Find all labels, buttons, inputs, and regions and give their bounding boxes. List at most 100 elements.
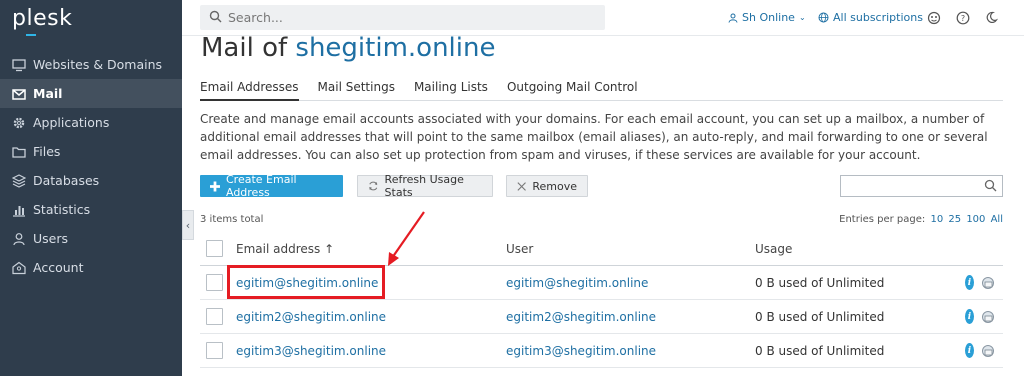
tab-mailing-lists[interactable]: Mailing Lists xyxy=(414,79,488,101)
sidebar-item-label: Websites & Domains xyxy=(33,57,163,72)
logo-accent xyxy=(26,34,36,36)
annotation-highlight-box xyxy=(227,265,385,299)
refresh-usage-stats-button[interactable]: Refresh Usage Stats xyxy=(357,173,493,199)
remove-button[interactable]: Remove xyxy=(506,175,588,197)
create-email-address-label: Create Email Address xyxy=(225,173,297,199)
entries-per-page-label: Entries per page: xyxy=(839,214,926,225)
remove-label: Remove xyxy=(532,179,577,193)
help-icon[interactable]: ? xyxy=(955,10,970,25)
search-icon xyxy=(209,10,222,26)
tab-email-addresses[interactable]: Email Addresses xyxy=(200,79,299,101)
info-icon[interactable]: i xyxy=(959,309,974,324)
per-page-25[interactable]: 25 xyxy=(948,214,961,225)
chevron-down-icon: ⌄ xyxy=(798,13,806,22)
page-title-prefix: Mail of xyxy=(201,33,296,63)
sidebar-item-account[interactable]: Account xyxy=(0,253,182,282)
row-checkbox[interactable] xyxy=(206,342,223,359)
svg-text:?: ? xyxy=(960,14,964,23)
sidebar-item-label: Applications xyxy=(33,115,110,130)
column-header-user[interactable]: User xyxy=(506,242,533,256)
page-description: Create and manage email accounts associa… xyxy=(200,112,988,162)
table-header: Email address ↑ User Usage xyxy=(200,232,1003,266)
sidebar-item-statistics[interactable]: Statistics xyxy=(0,195,182,224)
column-header-email[interactable]: Email address ↑ xyxy=(236,242,334,256)
webmail-icon[interactable] xyxy=(980,343,995,358)
info-icon[interactable]: i xyxy=(959,275,974,290)
list-search-input[interactable] xyxy=(845,177,975,195)
sidebar-item-label: Mail xyxy=(33,86,63,101)
webmail-icon[interactable] xyxy=(980,309,995,324)
user-icon xyxy=(728,13,738,23)
page-title: Mail of shegitim.online xyxy=(201,33,495,63)
email-address-link[interactable]: egitim3@shegitim.online xyxy=(236,344,386,358)
tab-outgoing-mail-control[interactable]: Outgoing Mail Control xyxy=(507,79,638,101)
refresh-icon xyxy=(369,181,378,191)
info-icon[interactable]: i xyxy=(959,343,974,358)
envelope-icon xyxy=(12,87,26,101)
sidebar-collapse-handle[interactable]: ‹ xyxy=(182,210,194,240)
dark-mode-icon[interactable] xyxy=(984,10,999,25)
sidebar-item-label: Statistics xyxy=(33,202,91,217)
sidebar: plesk Websites & Domains Mail Applicatio… xyxy=(0,0,182,376)
usage-value: 0 B used of Unlimited xyxy=(755,276,885,290)
tab-bar: Email Addresses Mail Settings Mailing Li… xyxy=(200,79,1003,101)
top-bar: Sh Online ⌄ All subscriptions ? xyxy=(182,0,1024,36)
table-row: egitim3@shegitim.online egitim3@shegitim… xyxy=(200,334,1003,368)
email-accounts-table: Email address ↑ User Usage egitim@shegit… xyxy=(200,232,1003,368)
sidebar-item-databases[interactable]: Databases xyxy=(0,166,182,195)
sidebar-item-applications[interactable]: Applications xyxy=(0,108,182,137)
sidebar-item-label: Account xyxy=(33,260,84,275)
sidebar-item-label: Files xyxy=(33,144,61,159)
gear-icon xyxy=(12,116,26,130)
account-icon xyxy=(12,261,26,275)
tab-mail-settings[interactable]: Mail Settings xyxy=(318,79,395,101)
search-input[interactable] xyxy=(228,10,588,25)
usage-value: 0 B used of Unlimited xyxy=(755,310,885,324)
items-total: 3 items total xyxy=(200,214,264,225)
sidebar-item-mail[interactable]: Mail xyxy=(0,79,182,108)
per-page-10[interactable]: 10 xyxy=(930,214,943,225)
select-all-checkbox[interactable] xyxy=(206,240,223,257)
sidebar-item-files[interactable]: Files xyxy=(0,137,182,166)
webmail-icon[interactable] xyxy=(980,275,995,290)
table-row: egitim2@shegitim.online egitim2@shegitim… xyxy=(200,300,1003,334)
search-icon[interactable] xyxy=(984,179,997,195)
sidebar-item-websites-domains[interactable]: Websites & Domains xyxy=(0,50,182,79)
per-page-100[interactable]: 100 xyxy=(966,214,985,225)
subscriptions-menu[interactable]: All subscriptions xyxy=(818,11,923,24)
sidebar-item-users[interactable]: Users xyxy=(0,224,182,253)
entries-per-page: Entries per page: 10 25 100 All xyxy=(839,214,1003,225)
row-checkbox[interactable] xyxy=(206,274,223,291)
remove-icon xyxy=(517,181,526,191)
subscriptions-label: All subscriptions xyxy=(833,11,923,24)
usage-value: 0 B used of Unlimited xyxy=(755,344,885,358)
row-actions: i xyxy=(953,343,995,358)
user-icon xyxy=(12,232,26,246)
list-search-box[interactable] xyxy=(840,175,1003,197)
monitor-icon xyxy=(12,58,26,72)
refresh-usage-stats-label: Refresh Usage Stats xyxy=(384,173,464,199)
sidebar-nav: Websites & Domains Mail Applications Fil… xyxy=(0,50,182,282)
user-link[interactable]: egitim@shegitim.online xyxy=(506,276,648,290)
row-actions: i xyxy=(953,309,995,324)
folder-icon xyxy=(12,145,26,159)
bar-chart-icon xyxy=(12,203,26,217)
database-icon xyxy=(12,173,26,188)
email-address-link[interactable]: egitim2@shegitim.online xyxy=(236,310,386,324)
globe-icon xyxy=(818,12,829,23)
column-header-usage[interactable]: Usage xyxy=(755,242,792,256)
extensions-icon[interactable] xyxy=(926,10,941,25)
plesk-logo[interactable]: plesk xyxy=(12,6,72,31)
per-page-all[interactable]: All xyxy=(991,214,1003,225)
search-box[interactable] xyxy=(200,5,605,30)
create-email-address-button[interactable]: Create Email Address xyxy=(200,173,343,199)
row-checkbox[interactable] xyxy=(206,308,223,325)
sidebar-item-label: Users xyxy=(33,231,69,246)
page-title-domain-link[interactable]: shegitim.online xyxy=(295,33,495,63)
user-menu[interactable]: Sh Online ⌄ xyxy=(728,11,806,24)
sidebar-item-label: Databases xyxy=(33,173,100,188)
user-link[interactable]: egitim2@shegitim.online xyxy=(506,310,656,324)
user-menu-label: Sh Online xyxy=(742,11,795,24)
row-actions: i xyxy=(953,275,995,290)
user-link[interactable]: egitim3@shegitim.online xyxy=(506,344,656,358)
